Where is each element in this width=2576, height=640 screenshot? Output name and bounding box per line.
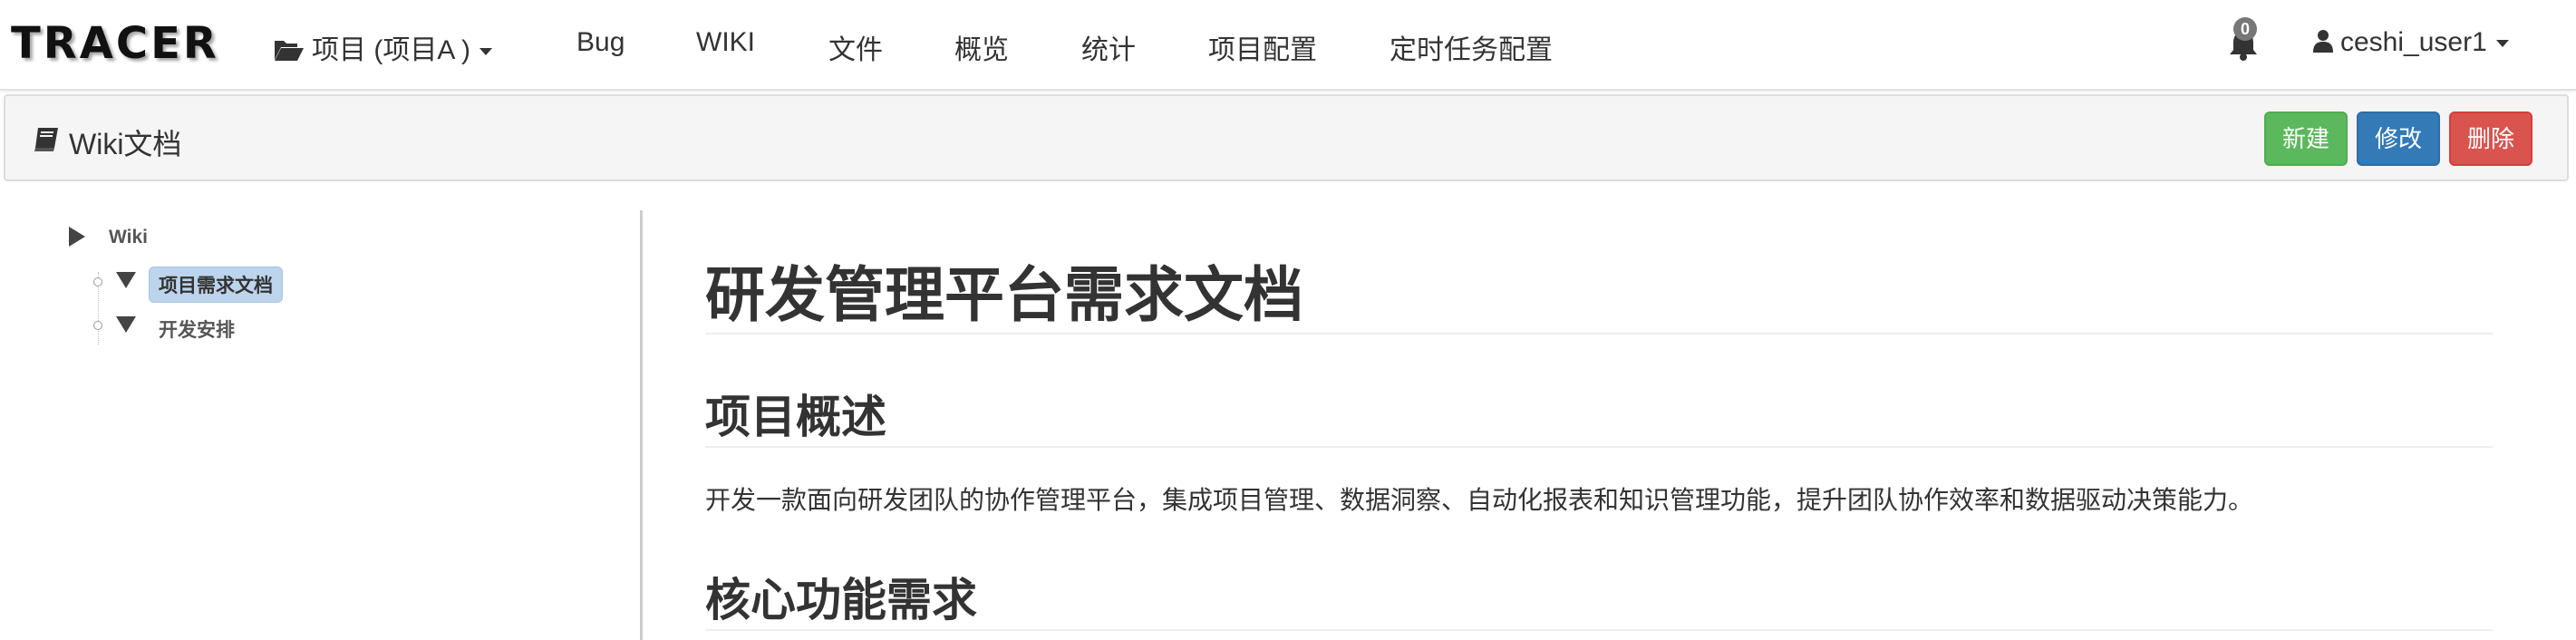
wiki-tree: Wiki 项目需求文档 开发安排 (0, 181, 634, 640)
nav-item-bug[interactable]: Bug (576, 27, 625, 58)
tree-node-dot (93, 277, 102, 286)
tree-node-dot (93, 321, 102, 330)
caret-down-icon[interactable] (116, 272, 136, 288)
tree-node-label[interactable]: 开发安排 (159, 315, 235, 343)
book-icon (33, 126, 60, 158)
section-divider (705, 629, 2493, 631)
nav-item-wiki[interactable]: WIKI (696, 27, 755, 58)
edit-button[interactable]: 修改 (2357, 112, 2440, 166)
document-title: 研发管理平台需求文档 (705, 261, 1303, 328)
chevron-down-icon (479, 48, 493, 56)
project-menu[interactable]: 项目 (项目A ) (274, 27, 493, 69)
chevron-down-icon (2495, 40, 2509, 48)
user-icon (2313, 29, 2333, 60)
new-button[interactable]: 新建 (2264, 112, 2348, 166)
nav-item-overview[interactable]: 概览 (954, 27, 1009, 67)
project-menu-label: 项目 (项目A ) (312, 35, 471, 65)
notification-badge: 0 (2233, 17, 2257, 41)
nav-item-scheduled-tasks[interactable]: 定时任务配置 (1390, 27, 1553, 67)
folder-open-icon (274, 38, 305, 69)
user-menu[interactable]: ceshi_user1 (2313, 27, 2509, 60)
nav-item-stats[interactable]: 统计 (1081, 27, 1136, 67)
tree-node-label[interactable]: 项目需求文档 (149, 267, 283, 303)
app-logo[interactable]: TRACER (11, 18, 219, 69)
sidebar-divider[interactable] (640, 210, 643, 640)
top-navbar: TRACER 项目 (项目A ) Bug WIKI 文件 概览 统计 项目配置 … (0, 0, 2576, 91)
page-header: Wiki文档 新建 修改 删除 (4, 94, 2569, 181)
delete-button[interactable]: 删除 (2449, 112, 2532, 166)
nav-item-project-config[interactable]: 项目配置 (1208, 27, 1317, 67)
tree-node-label[interactable]: Wiki (109, 227, 148, 248)
caret-down-icon[interactable] (116, 316, 136, 333)
user-name: ceshi_user1 (2340, 27, 2487, 57)
nav-item-files[interactable]: 文件 (828, 27, 883, 67)
caret-right-icon[interactable] (69, 227, 85, 247)
page-title: Wiki文档 (69, 128, 182, 160)
section-heading: 核心功能需求 (705, 575, 977, 625)
section-heading: 项目概述 (705, 392, 886, 442)
title-divider (705, 333, 2493, 335)
section-paragraph: 开发一款面向研发团队的协作管理平台，集成项目管理、数据洞察、自动化报表和知识管理… (705, 486, 2254, 514)
section-divider (705, 446, 2493, 448)
